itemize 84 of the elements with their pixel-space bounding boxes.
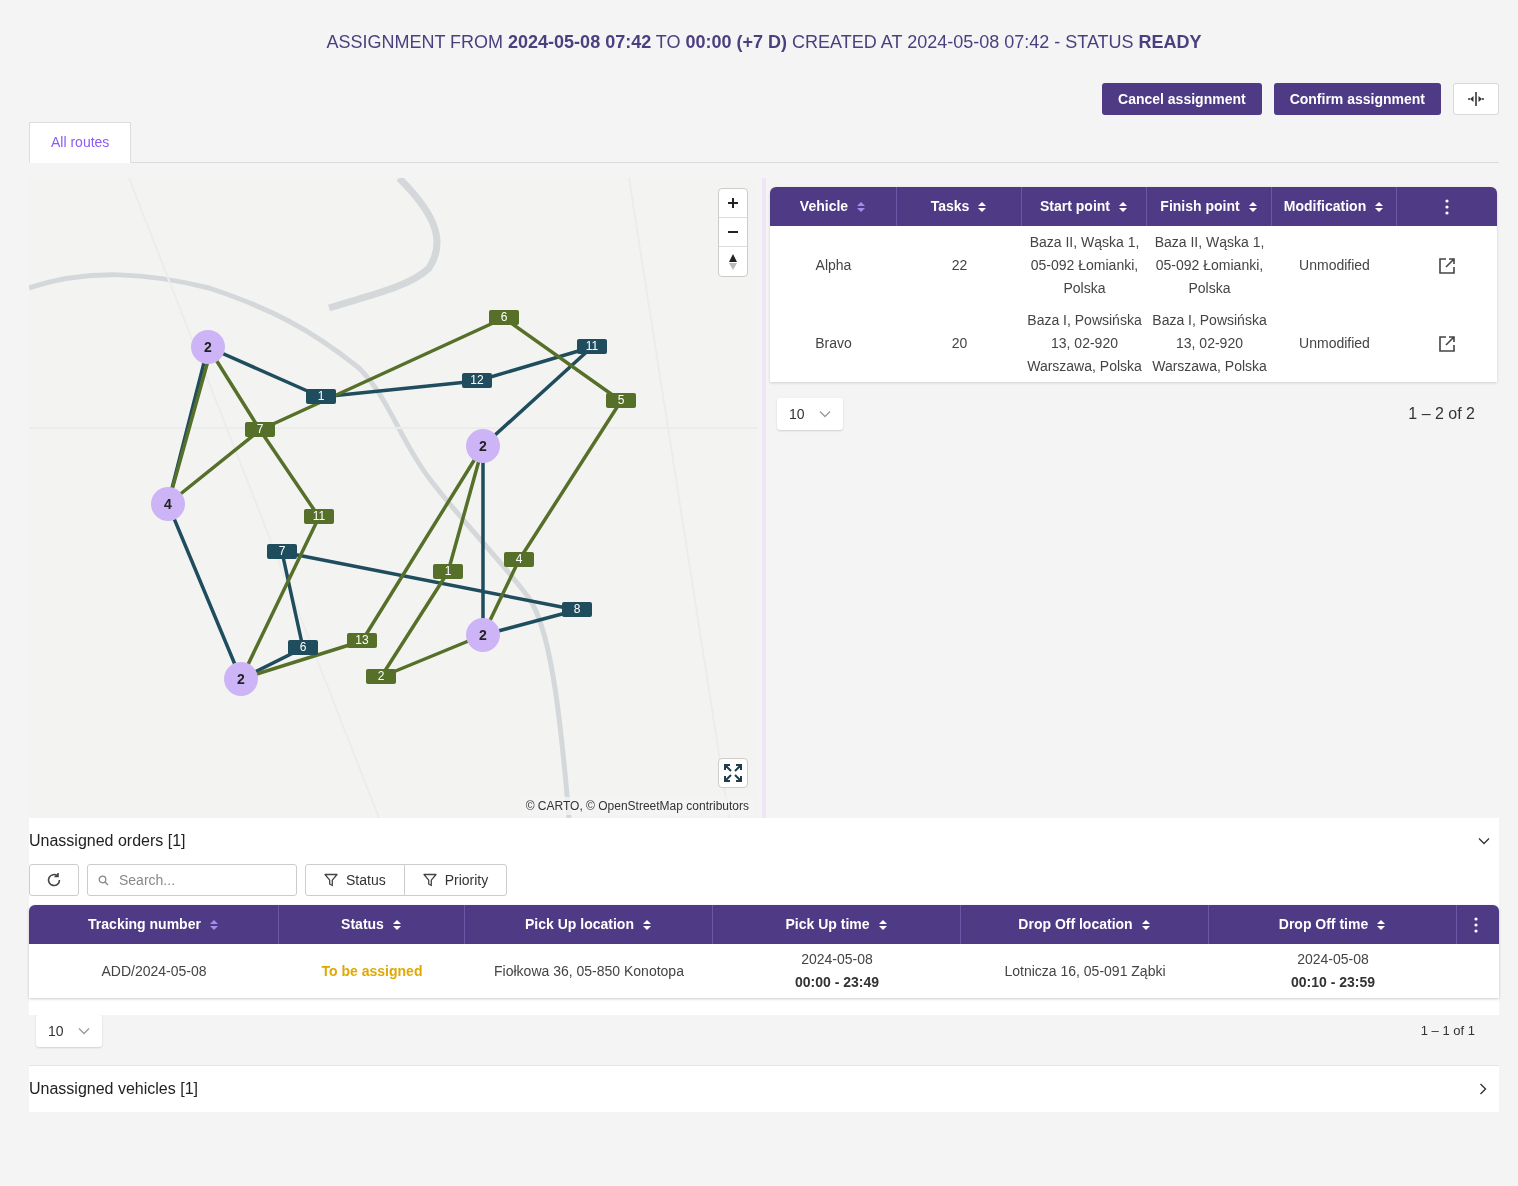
open-route-button[interactable]: [1438, 334, 1456, 353]
stop-marker[interactable]: 7: [245, 422, 275, 437]
page-size-select[interactable]: 10: [777, 398, 843, 430]
filter-button[interactable]: Priority: [403, 864, 508, 896]
column-header[interactable]: Finish point: [1160, 196, 1240, 217]
stop-marker[interactable]: 6: [489, 310, 519, 325]
stop-marker[interactable]: 12: [462, 373, 492, 388]
table-cell-text: 00:00 - 23:49: [794, 973, 880, 992]
table-cell-text: Fiołkowa 36, 05-850 Konotopa: [493, 961, 685, 981]
filter-icon: [324, 873, 338, 887]
filter-button[interactable]: Status: [305, 864, 405, 896]
more-options-icon[interactable]: [1445, 198, 1449, 215]
sort-icon[interactable]: [1140, 918, 1151, 931]
stop-marker[interactable]: 8: [562, 602, 592, 617]
external-link-icon: [1438, 256, 1456, 275]
filter-icon: [422, 873, 437, 887]
open-route-button[interactable]: [1438, 256, 1456, 275]
table-cell-text: Baza II, Wąska 1, 05-092 Łomianki, Polska: [1153, 233, 1266, 298]
column-header[interactable]: Pick Up location: [525, 914, 634, 935]
table-cell-text: ADD/2024-05-08: [100, 961, 208, 981]
sort-icon[interactable]: [391, 918, 402, 931]
table-cell-text: 2024-05-08: [801, 950, 873, 969]
stop-marker[interactable]: 13: [347, 633, 377, 648]
more-options-icon[interactable]: [1474, 916, 1478, 933]
table-cell-text: Unmodified: [1298, 256, 1371, 275]
search-icon: [98, 875, 109, 886]
sort-icon[interactable]: [641, 918, 652, 931]
column-header[interactable]: Tracking number: [88, 914, 201, 935]
status-label: To be assigned: [320, 961, 424, 981]
table-cell-text: 2024-05-08: [1297, 950, 1369, 969]
stop-marker[interactable]: 5: [606, 393, 636, 408]
stop-marker[interactable]: 1: [433, 564, 463, 579]
section-title: Unassigned orders [1]: [29, 831, 186, 851]
split-columns-icon: [1467, 91, 1485, 107]
column-header[interactable]: Vehicle: [799, 196, 849, 217]
sort-icon[interactable]: [1376, 918, 1387, 931]
sort-icon[interactable]: [1118, 200, 1128, 213]
route-tab[interactable]: All routes: [29, 122, 132, 163]
table-cell-text: Baza II, Wąska 1, 05-092 Łomianki, Polska: [1028, 233, 1141, 298]
pagination-range: 1 – 1 of 1: [1420, 1022, 1475, 1041]
stop-marker[interactable]: 1: [306, 389, 336, 404]
table-cell-text: Alpha: [814, 256, 853, 275]
column-header[interactable]: Pick Up time: [785, 914, 870, 935]
sort-icon[interactable]: [1247, 200, 1258, 213]
refresh-icon: [46, 872, 62, 888]
sort-icon[interactable]: [877, 918, 888, 931]
pagination-range: 1 – 2 of 2: [1408, 404, 1475, 424]
table-cell-text: 22: [950, 256, 969, 275]
sort-icon[interactable]: [977, 200, 988, 213]
collapse-toggle[interactable]: [1479, 1083, 1487, 1095]
column-header[interactable]: Modification: [1283, 196, 1367, 217]
external-link-icon: [1438, 334, 1456, 353]
column-header[interactable]: Status: [341, 914, 384, 935]
stop-marker[interactable]: 2: [366, 669, 396, 684]
column-header[interactable]: Drop Off time: [1278, 914, 1369, 935]
assignment-title: ASSIGNMENT FROM 2024-05-08 07:42 TO 00:00 (+7 D) CREATED AT 2024-05-08 07:42 - STATUS READY: [326, 31, 1202, 53]
section-title: Unassigned vehicles [1]: [29, 1079, 198, 1099]
compass-icon: [728, 252, 738, 271]
fullscreen-icon: [724, 764, 742, 782]
table-cell-text: 20: [950, 334, 969, 353]
page-size-select[interactable]: 10: [36, 1015, 102, 1047]
zoom-in-icon: [727, 197, 739, 209]
stop-marker[interactable]: 4: [504, 552, 534, 567]
column-header[interactable]: Tasks: [930, 196, 970, 217]
table-cell-text: Lotnicza 16, 05-091 Ząbki: [1003, 961, 1167, 981]
sort-icon[interactable]: [1374, 200, 1385, 213]
stop-marker[interactable]: 11: [304, 509, 334, 524]
stop-marker[interactable]: 11: [577, 339, 607, 354]
stop-marker[interactable]: 6: [288, 640, 318, 655]
assignment-button[interactable]: Cancel assignment: [1102, 83, 1262, 115]
table-cell-text: Baza I, Powsińska 13, 02-920 Warszawa, Polska: [1151, 311, 1268, 376]
split-view-button[interactable]: [1453, 83, 1499, 115]
table-cell-text: Baza I, Powsińska 13, 02-920 Warszawa, Polska: [1026, 311, 1143, 376]
refresh-button[interactable]: [29, 864, 79, 896]
column-header[interactable]: Drop Off location: [1018, 914, 1133, 935]
table-cell-text: Unmodified: [1298, 334, 1371, 353]
table-cell-text: Bravo: [814, 334, 853, 353]
search-field[interactable]: Search...: [87, 864, 297, 896]
fullscreen-button[interactable]: [718, 758, 748, 788]
collapse-toggle[interactable]: [1478, 837, 1490, 845]
assignment-button[interactable]: Confirm assignment: [1273, 83, 1441, 115]
column-header[interactable]: Start point: [1040, 196, 1110, 217]
table-cell-text: 00:10 - 23:59: [1290, 973, 1376, 992]
stop-marker[interactable]: 7: [267, 544, 297, 559]
